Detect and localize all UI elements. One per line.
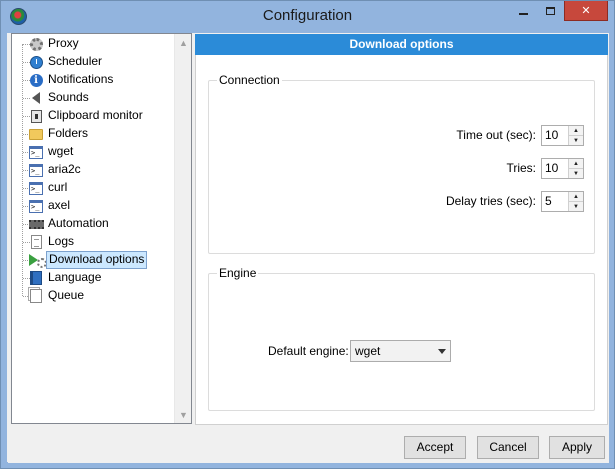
terminal-icon: >_ bbox=[28, 180, 44, 196]
panel-header: Download options bbox=[195, 34, 608, 55]
engine-group: Engine Default engine: wget bbox=[208, 266, 595, 411]
download-options-panel: Connection Time out (sec): 10 ▲ ▼ Tries:… bbox=[195, 55, 608, 425]
sidebar-item-label: Queue bbox=[48, 288, 85, 302]
close-icon: ✕ bbox=[581, 5, 591, 17]
sidebar-item-label: Notifications bbox=[48, 72, 114, 86]
minimize-icon bbox=[518, 13, 528, 15]
connection-group: Connection Time out (sec): 10 ▲ ▼ Tries:… bbox=[208, 73, 595, 254]
apply-button[interactable]: Apply bbox=[549, 436, 605, 459]
download-settings-icon bbox=[28, 252, 47, 268]
terminal-icon: >_ bbox=[28, 162, 44, 178]
spin-down-icon[interactable]: ▼ bbox=[569, 136, 583, 145]
tries-spinbox[interactable]: 10 ▲ ▼ bbox=[541, 158, 584, 179]
clock-icon bbox=[28, 54, 44, 70]
sidebar-item-sounds[interactable]: Sounds bbox=[12, 89, 177, 107]
timeout-spinbox[interactable]: 10 ▲ ▼ bbox=[541, 125, 584, 146]
document-icon bbox=[28, 234, 44, 250]
chip-icon bbox=[28, 216, 44, 232]
sidebar-item-label: Clipboard monitor bbox=[48, 108, 143, 122]
sidebar-item-proxy[interactable]: Proxy bbox=[12, 35, 177, 53]
spin-up-icon[interactable]: ▲ bbox=[569, 126, 583, 136]
speaker-icon bbox=[28, 90, 44, 106]
timeout-value[interactable]: 10 bbox=[542, 126, 568, 145]
folder-icon bbox=[28, 126, 44, 142]
sidebar-item-label: Automation bbox=[48, 216, 109, 230]
title-bar[interactable]: Configuration ✕ bbox=[1, 1, 614, 33]
sidebar-item-wget[interactable]: >_ wget bbox=[12, 143, 177, 161]
connection-group-title: Connection bbox=[217, 73, 282, 87]
terminal-icon: >_ bbox=[28, 144, 44, 160]
client-area: Proxy Scheduler i Notifications Sounds C… bbox=[8, 33, 609, 463]
cancel-button[interactable]: Cancel bbox=[477, 436, 539, 459]
maximize-icon bbox=[545, 7, 555, 15]
timeout-label: Time out (sec): bbox=[456, 128, 536, 142]
sidebar-item-download-options[interactable]: Download options bbox=[12, 251, 177, 269]
sidebar-item-clipboard-monitor[interactable]: Clipboard monitor bbox=[12, 107, 177, 125]
tries-label: Tries: bbox=[506, 161, 536, 175]
clipboard-icon bbox=[28, 108, 44, 124]
sidebar-item-label: Scheduler bbox=[48, 54, 103, 68]
spin-down-icon[interactable]: ▼ bbox=[569, 202, 583, 211]
default-engine-select[interactable]: wget bbox=[350, 340, 451, 362]
sidebar-item-queue[interactable]: Queue bbox=[12, 287, 177, 305]
settings-tree[interactable]: Proxy Scheduler i Notifications Sounds C… bbox=[11, 33, 192, 424]
book-icon bbox=[28, 270, 44, 286]
default-engine-value: wget bbox=[355, 344, 381, 358]
sidebar-item-label: Language bbox=[48, 270, 102, 284]
engine-group-title: Engine bbox=[217, 266, 259, 280]
delay-tries-label: Delay tries (sec): bbox=[445, 194, 536, 208]
sidebar-item-aria2c[interactable]: >_ aria2c bbox=[12, 161, 177, 179]
info-icon: i bbox=[28, 72, 44, 88]
scroll-down-arrow-icon[interactable]: ▼ bbox=[175, 406, 192, 423]
sidebar-item-label: Download options bbox=[46, 251, 148, 269]
spin-up-icon[interactable]: ▲ bbox=[569, 159, 583, 169]
sidebar-item-logs[interactable]: Logs bbox=[12, 233, 177, 251]
chevron-down-icon bbox=[433, 348, 450, 354]
pages-icon bbox=[28, 288, 44, 304]
sidebar-item-label: Sounds bbox=[48, 90, 89, 104]
close-button[interactable]: ✕ bbox=[564, 1, 608, 21]
sidebar-item-label: wget bbox=[48, 144, 74, 158]
tries-value[interactable]: 10 bbox=[542, 159, 568, 178]
sidebar-item-curl[interactable]: >_ curl bbox=[12, 179, 177, 197]
sidebar-item-automation[interactable]: Automation bbox=[12, 215, 177, 233]
sidebar-item-language[interactable]: Language bbox=[12, 269, 177, 287]
minimize-button[interactable] bbox=[510, 1, 536, 21]
sidebar-item-label: Logs bbox=[48, 234, 75, 248]
sidebar-item-label: Proxy bbox=[48, 36, 79, 50]
sidebar-item-notifications[interactable]: i Notifications bbox=[12, 71, 177, 89]
sidebar-item-folders[interactable]: Folders bbox=[12, 125, 177, 143]
terminal-icon: >_ bbox=[28, 198, 44, 214]
spin-up-icon[interactable]: ▲ bbox=[569, 192, 583, 202]
sidebar-item-axel[interactable]: >_ axel bbox=[12, 197, 177, 215]
delay-tries-value[interactable]: 5 bbox=[542, 192, 568, 211]
maximize-button[interactable] bbox=[537, 1, 563, 21]
delay-tries-spinbox[interactable]: 5 ▲ ▼ bbox=[541, 191, 584, 212]
sidebar-item-label: aria2c bbox=[48, 162, 81, 176]
scroll-up-arrow-icon[interactable]: ▲ bbox=[175, 34, 192, 51]
sidebar-item-scheduler[interactable]: Scheduler bbox=[12, 53, 177, 71]
sidebar-item-label: Folders bbox=[48, 126, 89, 140]
sidebar-item-label: curl bbox=[48, 180, 68, 194]
gear-icon bbox=[28, 36, 44, 52]
default-engine-label: Default engine: bbox=[268, 344, 349, 358]
spin-down-icon[interactable]: ▼ bbox=[569, 169, 583, 178]
tree-scrollbar[interactable]: ▲ ▼ bbox=[174, 34, 191, 423]
configuration-window: Configuration ✕ Proxy Scheduler i Notifi… bbox=[0, 0, 615, 469]
sidebar-item-label: axel bbox=[48, 198, 71, 212]
accept-button[interactable]: Accept bbox=[404, 436, 466, 459]
